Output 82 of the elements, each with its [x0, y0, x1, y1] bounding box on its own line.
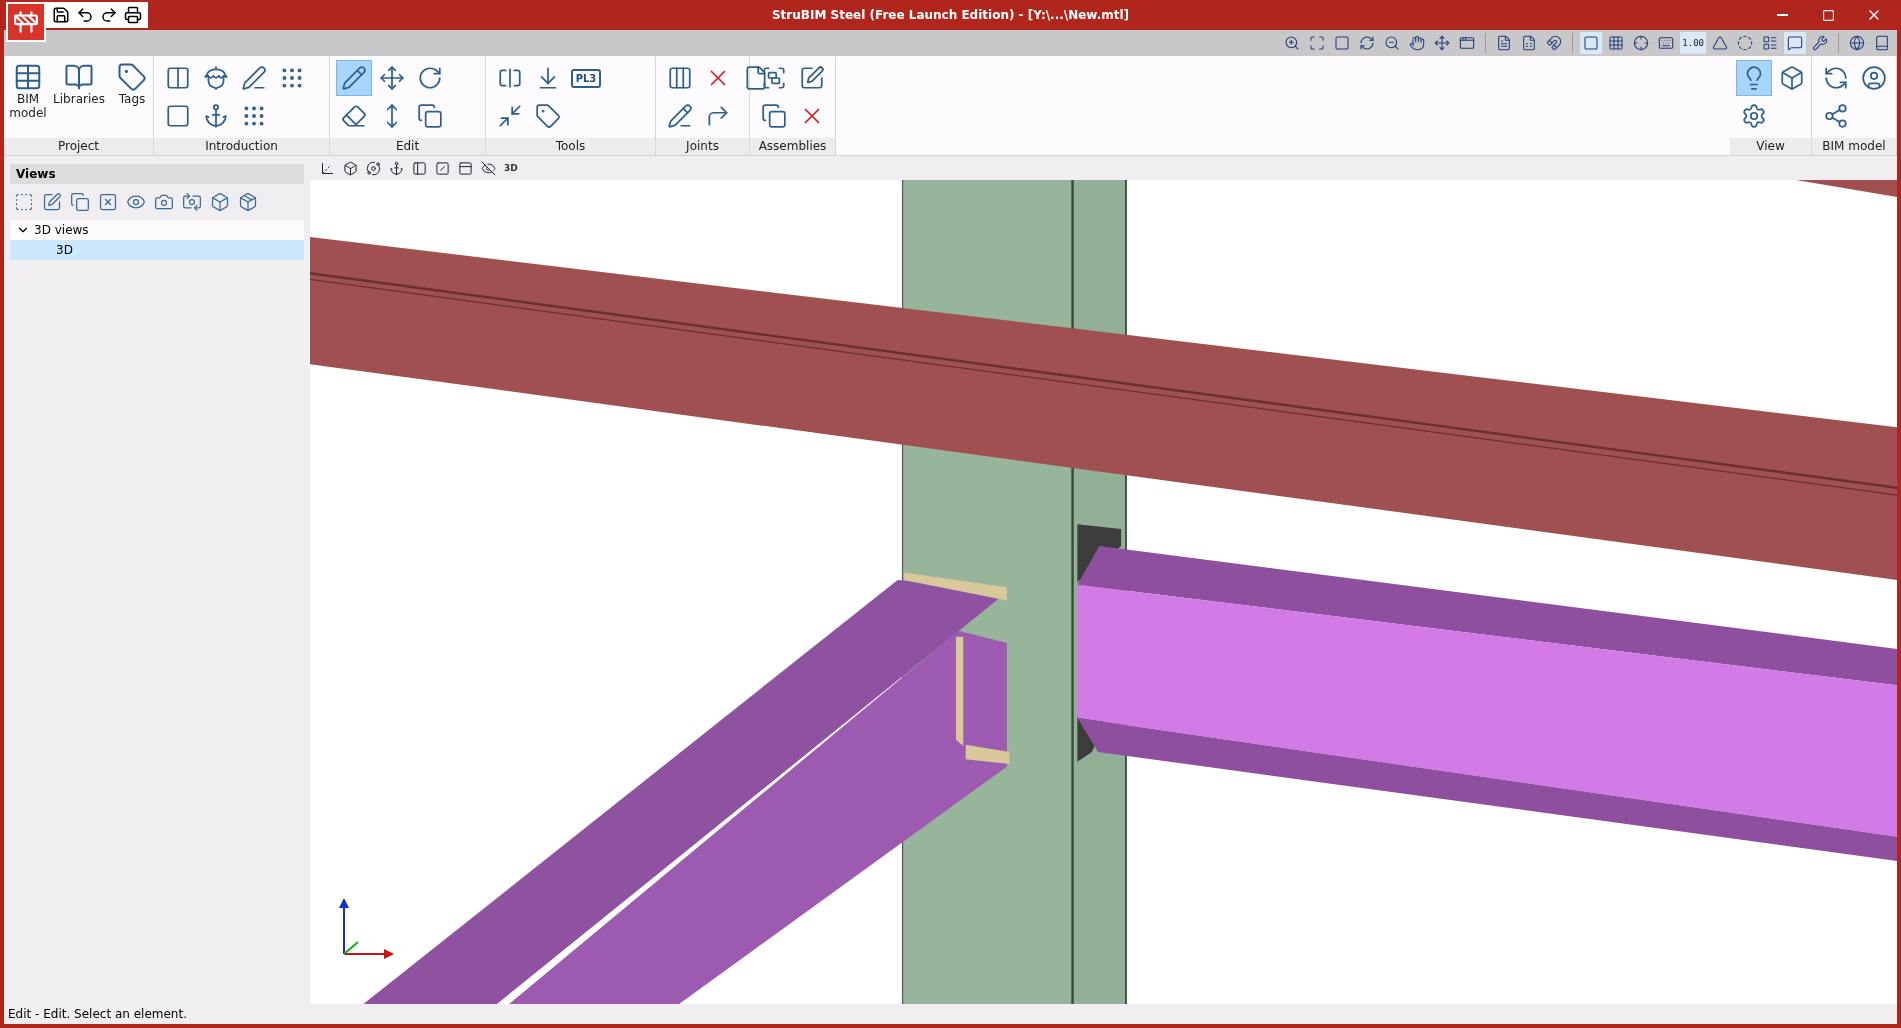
print-icon[interactable]	[124, 6, 142, 24]
squares-icon	[761, 103, 787, 129]
rotate-icon	[417, 65, 443, 91]
copy-icon	[417, 103, 443, 129]
edit-view-icon[interactable]	[42, 192, 62, 212]
group-label: Edit	[330, 138, 485, 155]
page-icon	[743, 65, 769, 91]
orbit-icon[interactable]	[366, 160, 381, 176]
axes-icon[interactable]	[320, 160, 335, 176]
circle-icon	[1737, 35, 1753, 51]
document-grid-icon	[1521, 35, 1538, 51]
ribbon-button[interactable]: BIM model	[10, 60, 46, 136]
group-label: View	[1730, 138, 1811, 155]
library-icon	[64, 62, 94, 92]
scale-button[interactable]: 1.00	[1680, 32, 1706, 54]
user-avatar-icon	[1861, 65, 1887, 91]
pencil-icon	[341, 65, 367, 91]
group-label: Joints	[656, 138, 749, 155]
join-icon	[497, 103, 523, 129]
tool-button[interactable]	[1736, 60, 1772, 96]
anchor-icon	[203, 103, 229, 129]
undo-icon[interactable]	[76, 6, 94, 24]
3d-settings-button[interactable]: 3D	[504, 163, 518, 173]
window-icon	[1459, 35, 1476, 51]
settings-icon	[1741, 103, 1767, 129]
maximize-icon	[1821, 8, 1835, 22]
tool-button[interactable]	[336, 60, 372, 96]
toolbar-button[interactable]	[1784, 32, 1806, 54]
minimize-icon	[1776, 14, 1788, 16]
cube-icon	[1779, 65, 1805, 91]
group-label: BIM model	[1812, 138, 1896, 155]
tag-icon	[535, 103, 561, 129]
camera-icon[interactable]	[154, 192, 174, 212]
tree-item[interactable]: 3D views	[10, 220, 304, 240]
magnet-icon	[1546, 35, 1563, 51]
hand-icon	[1409, 35, 1426, 51]
zoom-extents-icon	[1309, 35, 1326, 51]
edit-joint-icon	[667, 103, 693, 129]
group-label: Project	[4, 138, 153, 155]
keyboard-icon	[1658, 35, 1675, 51]
camera-share-icon[interactable]	[182, 192, 202, 212]
square-icon	[1583, 35, 1600, 51]
book-icon	[1874, 35, 1890, 51]
zoom-icon	[1284, 35, 1301, 51]
cube-icon[interactable]	[343, 160, 358, 176]
comment-icon	[1787, 35, 1803, 51]
app-logo-icon[interactable]	[6, 2, 46, 42]
panel-title: Views	[10, 164, 304, 184]
refresh-icon	[1359, 35, 1376, 51]
table-icon	[13, 62, 43, 92]
tools-icon	[1812, 35, 1828, 51]
save-icon[interactable]	[52, 6, 70, 24]
status-bar: Edit - Edit. Select an element.	[4, 1004, 1897, 1024]
grid-icon	[1608, 35, 1625, 51]
add-view-icon[interactable]	[14, 192, 34, 212]
ribbon-button[interactable]: Libraries	[48, 60, 110, 136]
group-label: Introduction	[154, 138, 329, 155]
pan-icon	[1434, 35, 1451, 51]
toolbar-button[interactable]	[1580, 32, 1603, 54]
tag-icon	[117, 62, 147, 92]
plate-label-button[interactable]: PL3	[568, 60, 604, 96]
group-label: Assemblies	[750, 138, 835, 155]
tree-item[interactable]: 3D	[10, 240, 304, 260]
axis-triad-icon	[336, 898, 396, 960]
move-icon	[379, 65, 405, 91]
group-label: Tools	[486, 138, 655, 155]
delete-view-icon[interactable]	[98, 192, 118, 212]
plate-icon	[165, 103, 191, 129]
document-icon	[1496, 35, 1513, 51]
zoom-window-icon	[1384, 35, 1401, 51]
ribbon-button[interactable]: Tags	[112, 60, 152, 136]
edit-assembly-icon	[799, 65, 825, 91]
eraser-icon	[341, 103, 367, 129]
snap-point-icon	[1633, 35, 1650, 51]
sync-icon	[1823, 65, 1849, 91]
window-title: StruBIM Steel (Free Launch Edition) - [Y:\...\New.mtl]	[771, 8, 1130, 22]
redo-icon[interactable]	[100, 6, 118, 24]
globe-icon	[1849, 35, 1865, 51]
list-icon	[1762, 35, 1778, 51]
copy-view-icon[interactable]	[70, 192, 90, 212]
share-icon	[1823, 103, 1849, 129]
hide-icon[interactable]	[481, 160, 496, 176]
